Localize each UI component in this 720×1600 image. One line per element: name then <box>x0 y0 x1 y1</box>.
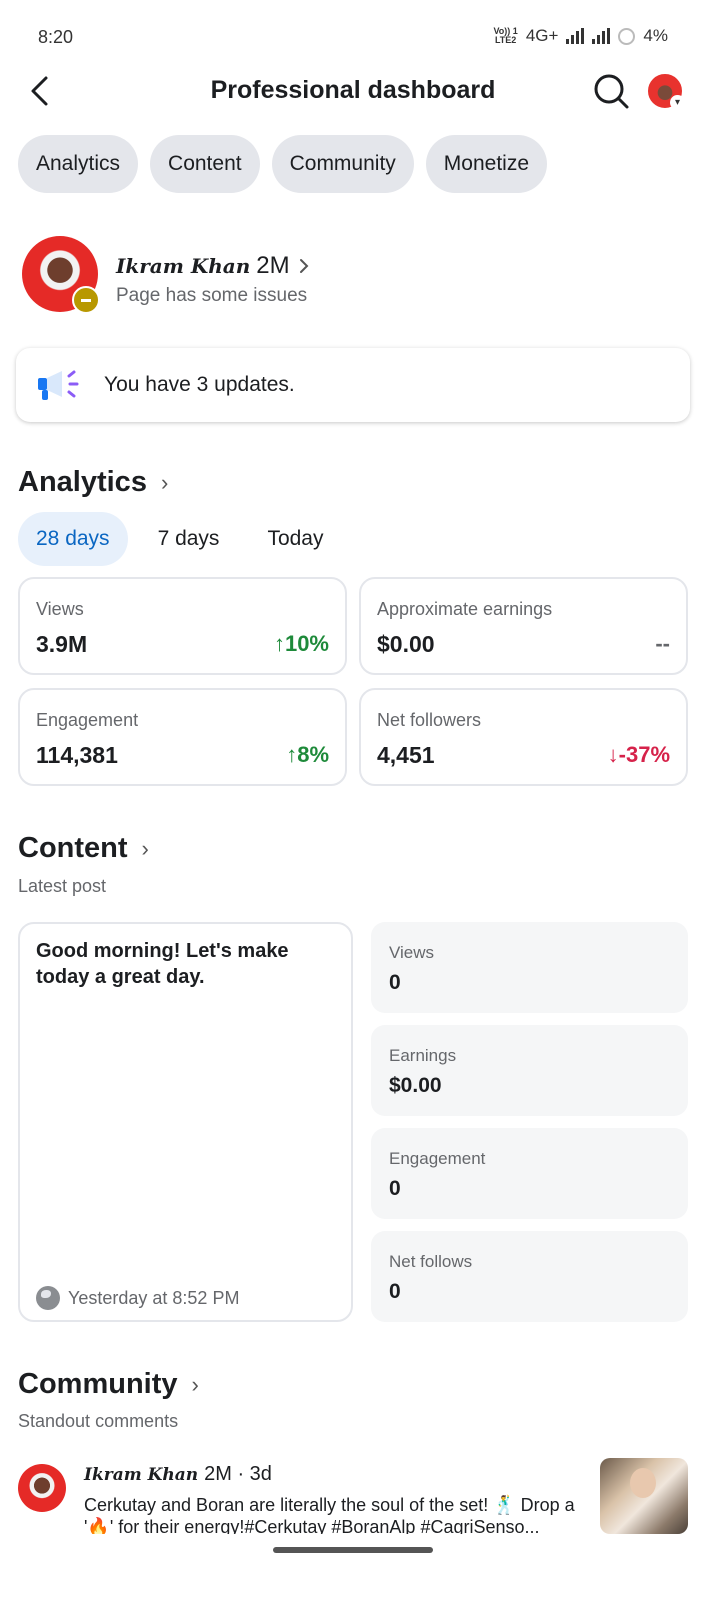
search-button[interactable] <box>592 72 630 110</box>
stat-value: 0 <box>389 971 401 994</box>
post-stat-views: Views 0 <box>371 922 688 1013</box>
comment-avatar[interactable] <box>18 1464 66 1512</box>
volte-indicator: Vo)) 1 LTE2 <box>493 26 518 45</box>
content-heading[interactable]: Content › <box>18 832 149 865</box>
latest-post-card[interactable]: Good morning! Let's make today a great d… <box>18 922 353 1322</box>
metric-delta: ↑8% <box>286 742 329 767</box>
stat-label: Earnings <box>389 1046 457 1065</box>
analytics-heading[interactable]: Analytics › <box>18 466 168 499</box>
stat-label: Net follows <box>389 1252 473 1271</box>
metric-value: 114,381 <box>36 742 118 768</box>
chevron-down-icon: ▾ <box>670 95 685 110</box>
metric-card-views[interactable]: Views 3.9M ↑10% <box>18 577 347 675</box>
post-stat-engagement: Engagement 0 <box>371 1128 688 1219</box>
chevron-right-icon: › <box>141 835 149 861</box>
metric-delta: ↑10% <box>273 631 329 656</box>
metric-delta: ↓-37% <box>607 742 670 767</box>
metric-delta: -- <box>655 631 670 656</box>
tab-bar: Analytics Content Community Monetize <box>18 135 548 193</box>
chevron-right-icon: › <box>160 469 169 495</box>
comment-text[interactable]: Cerkutay and Boran are literally the sou… <box>84 1494 588 1534</box>
metric-label: Approximate earnings <box>377 599 553 619</box>
community-heading[interactable]: Community › <box>18 1368 199 1401</box>
post-stat-net-follows: Net follows 0 <box>371 1231 688 1322</box>
network-type: 4G+ <box>525 26 559 45</box>
chevron-right-icon <box>299 259 309 273</box>
stat-value: $0.00 <box>389 1074 442 1097</box>
comment-author: Ikram Khan <box>84 1464 199 1485</box>
stat-value: 0 <box>389 1280 401 1303</box>
range-28-days[interactable]: 28 days <box>18 512 128 566</box>
battery-icon <box>618 27 636 45</box>
page-name-link[interactable]: Ikram Khan 2M <box>116 252 312 280</box>
post-stat-earnings: Earnings $0.00 <box>371 1025 688 1116</box>
stat-value: 0 <box>389 1177 401 1200</box>
range-today[interactable]: Today <box>249 512 341 566</box>
tab-analytics[interactable]: Analytics <box>18 135 139 193</box>
community-title: Community <box>18 1368 178 1400</box>
metric-value: 4,451 <box>377 742 435 768</box>
metric-card-engagement[interactable]: Engagement 114,381 ↑8% <box>18 688 347 786</box>
globe-icon <box>36 1286 60 1310</box>
metric-card-earnings[interactable]: Approximate earnings $0.00 -- <box>359 577 688 675</box>
metric-label: Engagement <box>36 710 139 730</box>
tab-monetize[interactable]: Monetize <box>425 135 548 193</box>
range-7-days[interactable]: 7 days <box>140 512 238 566</box>
comment-meta: 2M · 3d <box>204 1463 272 1485</box>
metric-label: Net followers <box>377 710 482 730</box>
metric-value: $0.00 <box>377 631 435 657</box>
date-range-selector: 28 days 7 days Today <box>18 512 353 566</box>
status-indicators: Vo)) 1 LTE2 4G+ 4% <box>493 26 668 46</box>
metric-value: 3.9M <box>36 631 88 657</box>
issue-badge-icon <box>72 286 100 314</box>
search-icon <box>594 74 629 109</box>
content-title: Content <box>18 832 128 864</box>
page-name-suffix: 2M <box>256 252 290 279</box>
analytics-title: Analytics <box>18 466 147 498</box>
updates-banner[interactable]: You have 3 updates. <box>16 348 690 422</box>
tab-community[interactable]: Community <box>271 135 414 193</box>
post-timestamp: Yesterday at 8:52 PM <box>36 1286 239 1310</box>
profile-switcher-avatar[interactable]: ▾ <box>646 72 685 110</box>
community-subtitle: Standout comments <box>18 1411 179 1431</box>
home-indicator[interactable] <box>273 1547 433 1553</box>
page-name: Ikram Khan <box>116 254 251 278</box>
stat-label: Engagement <box>389 1149 486 1168</box>
page-status: Page has some issues <box>116 285 308 306</box>
status-time: 8:20 <box>38 27 74 47</box>
tab-content[interactable]: Content <box>150 135 260 193</box>
metric-label: Views <box>36 599 84 619</box>
updates-text: You have 3 updates. <box>104 373 295 396</box>
comment-header: Ikram Khan 2M · 3d <box>84 1463 272 1486</box>
signal-icon-2 <box>592 28 611 44</box>
chevron-right-icon: › <box>191 1371 199 1397</box>
comment-post-thumbnail[interactable] <box>600 1458 688 1534</box>
metric-card-net-followers[interactable]: Net followers 4,451 ↓-37% <box>359 688 688 786</box>
megaphone-icon <box>38 370 79 400</box>
stat-label: Views <box>389 943 435 962</box>
battery-level: 4% <box>643 26 668 45</box>
post-text: Good morning! Let's make today a great d… <box>36 940 289 988</box>
signal-icon <box>566 28 585 44</box>
content-subtitle: Latest post <box>18 876 107 896</box>
